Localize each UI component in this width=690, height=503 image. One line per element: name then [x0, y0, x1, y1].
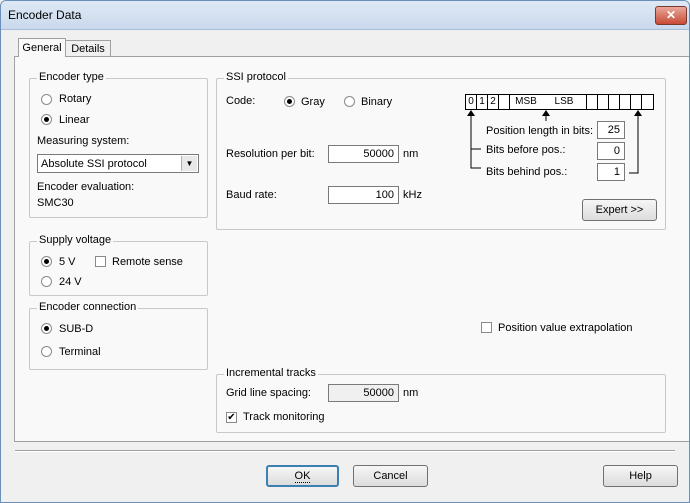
supply-voltage-group: Supply voltage	[29, 234, 208, 296]
code-label: Code:	[226, 95, 256, 107]
tab-general-label: General	[22, 42, 62, 54]
bit-cell-msb: MSB	[515, 96, 537, 107]
baud-rate-label: Baud rate:	[226, 189, 277, 201]
gray-label: Gray	[301, 96, 325, 108]
up-arrow-icon	[542, 110, 550, 116]
bit-cell-9	[620, 95, 631, 109]
incremental-tracks-group: Incremental tracks	[216, 367, 666, 433]
grid-spacing-input[interactable]: 50000	[328, 384, 399, 402]
arrow-end-line	[629, 115, 639, 174]
bit-cell-8	[609, 95, 620, 109]
encoder-connection-label: Encoder connection	[37, 301, 139, 313]
24v-radio[interactable]	[41, 276, 52, 287]
5v-radio[interactable]	[41, 256, 52, 267]
tab-general[interactable]: General	[18, 38, 66, 57]
encoder-data-window: Encoder Data ✕ General Details Encoder t…	[0, 0, 690, 503]
baud-rate-input[interactable]: 100	[328, 186, 399, 204]
ssi-protocol-label: SSI protocol	[224, 71, 288, 83]
bit-cell-lsb: LSB	[542, 95, 587, 109]
chevron-down-icon[interactable]: ▼	[181, 156, 197, 171]
grid-spacing-unit: nm	[403, 387, 419, 399]
encoder-connection-group: Encoder connection	[29, 301, 208, 370]
extrapolation-label: Position value extrapolation	[498, 322, 633, 334]
gray-radio[interactable]	[284, 96, 295, 107]
title-bar: Encoder Data ✕	[1, 1, 689, 30]
arrow-start-line	[470, 115, 481, 150]
footer-separator	[15, 450, 675, 452]
bits-behind-label: Bits behind pos.:	[486, 166, 568, 178]
help-button[interactable]: Help	[603, 465, 678, 487]
bit-cell-1: 1	[477, 95, 488, 109]
track-monitoring-checkbox[interactable]: ✔	[226, 412, 237, 423]
incremental-tracks-label: Incremental tracks	[224, 367, 318, 379]
linear-label: Linear	[59, 114, 90, 126]
bit-cell-0: 0	[466, 95, 477, 109]
bit-cell-6	[587, 95, 598, 109]
position-length-input[interactable]: 25	[597, 121, 625, 139]
ok-label: OK	[294, 470, 311, 483]
measuring-system-select[interactable]: Absolute SSI protocol ▼	[37, 154, 199, 173]
up-arrow-icon	[634, 110, 642, 116]
encoder-evaluation-label: Encoder evaluation:	[37, 181, 135, 193]
rotary-radio[interactable]	[41, 94, 52, 105]
supply-voltage-label: Supply voltage	[37, 234, 114, 246]
encoder-type-label: Encoder type	[37, 71, 106, 83]
remote-sense-checkbox[interactable]	[95, 256, 106, 267]
grid-spacing-label: Grid line spacing:	[226, 387, 311, 399]
close-button[interactable]: ✕	[655, 6, 687, 25]
bit-cell-10	[631, 95, 642, 109]
sub-d-label: SUB-D	[59, 323, 94, 335]
measuring-system-value: Absolute SSI protocol	[41, 158, 147, 170]
extrapolation-checkbox[interactable]	[481, 322, 492, 333]
rotary-label: Rotary	[59, 93, 92, 105]
tab-details-label: Details	[71, 43, 105, 55]
resolution-unit: nm	[403, 148, 419, 160]
terminal-label: Terminal	[59, 346, 101, 358]
bits-before-label: Bits before pos.:	[486, 144, 566, 156]
bit-cell-3	[499, 95, 510, 109]
24v-label: 24 V	[59, 276, 82, 288]
terminal-radio[interactable]	[41, 346, 52, 357]
bits-behind-input[interactable]: 1	[597, 163, 625, 181]
measuring-system-label: Measuring system:	[37, 135, 130, 147]
5v-label: 5 V	[59, 256, 76, 268]
binary-radio[interactable]	[344, 96, 355, 107]
bit-cell-2: 2	[488, 95, 499, 109]
sub-d-radio[interactable]	[41, 323, 52, 334]
tab-details[interactable]: Details	[65, 40, 111, 57]
expert-button[interactable]: Expert >>	[582, 199, 657, 221]
cancel-button[interactable]: Cancel	[353, 465, 428, 487]
baud-rate-unit: kHz	[403, 189, 422, 201]
binary-label: Binary	[361, 96, 393, 108]
arrow-before-line	[470, 149, 481, 169]
ok-button[interactable]: OK	[266, 465, 339, 487]
encoder-evaluation-value: SMC30	[37, 197, 74, 209]
position-length-label: Position length in bits:	[486, 125, 594, 137]
resolution-label: Resolution per bit:	[226, 148, 315, 160]
bit-cell-7	[598, 95, 609, 109]
resolution-input[interactable]: 50000	[328, 145, 399, 163]
linear-radio[interactable]	[41, 114, 52, 125]
bits-before-input[interactable]: 0	[597, 142, 625, 160]
close-icon: ✕	[665, 8, 677, 22]
checkmark-icon: ✔	[227, 412, 236, 423]
up-arrow-icon	[467, 110, 475, 116]
track-monitoring-label: Track monitoring	[243, 411, 325, 423]
remote-sense-label: Remote sense	[112, 256, 183, 268]
window-title: Encoder Data	[8, 8, 82, 22]
